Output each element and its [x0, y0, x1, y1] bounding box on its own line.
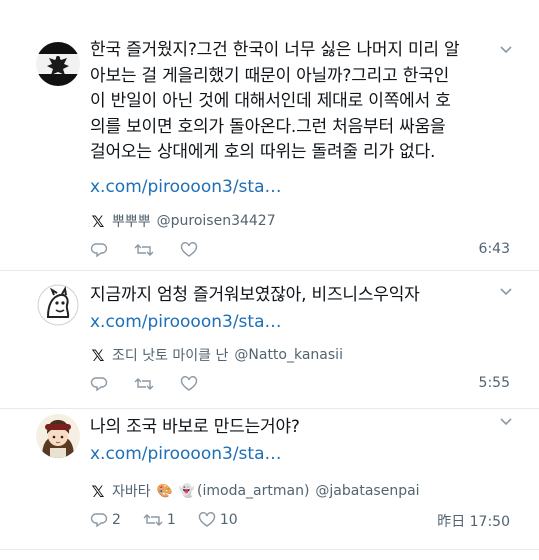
quoted-author[interactable]: 𝕏 조디 낫토 마이클 난 @Natto_kanasii [90, 345, 343, 365]
reply-icon [90, 243, 108, 258]
heart-icon [180, 242, 198, 257]
reply-count: 2 [112, 512, 121, 528]
reply-button[interactable] [90, 375, 112, 393]
like-button[interactable]: 10 [198, 511, 238, 529]
post[interactable]: 나의 조국 바보로 만드는거야? x.com/piroooon3/sta… 𝕏 … [0, 409, 539, 549]
post-text: 한국 즐거웠지?그건 한국이 너무 싫은 나머지 미리 알 아보는 걸 게을리했… [90, 38, 510, 166]
palette-emoji-icon: 🎨 [156, 483, 173, 499]
x-logo-icon: 𝕏 [91, 481, 105, 501]
quoted-author[interactable]: 𝕏 뿌뿌뿌 @puroisen34427 [90, 211, 276, 231]
retweet-button[interactable] [134, 375, 158, 393]
quoted-author-handle: @Natto_kanasii [234, 347, 343, 363]
x-logo-icon: 𝕏 [91, 211, 105, 231]
timestamp[interactable]: 6:43 [479, 241, 510, 257]
retweet-button[interactable] [134, 241, 158, 259]
post-text-line: 의를 보이면 호의가 돌아온다.그런 처음부터 싸움을 [90, 116, 446, 137]
post-actions: 2 1 10 昨日 17:50 [90, 509, 510, 531]
quoted-author-name: 뿌뿌뿌 [112, 214, 151, 230]
ghost-emoji-icon: 👻 [178, 483, 196, 499]
quoted-author-name-suffix: (imoda_artman) [197, 483, 310, 499]
post-text-line: 나의 조국 바보로 만드는거야? [90, 417, 300, 437]
post-actions: 5:55 [90, 373, 510, 395]
retweet-icon [143, 514, 163, 526]
post-actions: 6:43 [90, 239, 510, 261]
post-divider [0, 549, 539, 550]
post-link[interactable]: x.com/piroooon3/sta… [90, 177, 282, 197]
timestamp[interactable]: 5:55 [479, 375, 510, 391]
post-text-line: 이 반일이 아닌 것에 대해서인데 제대로 이쪽에서 호 [90, 91, 451, 111]
post[interactable]: 지금까지 엄청 즐거워보였잖아, 비즈니스우익자 x.com/piroooon3… [0, 271, 539, 408]
retweet-icon [134, 378, 154, 390]
reply-button[interactable]: 2 [90, 511, 121, 529]
heart-icon [198, 512, 216, 527]
retweet-count: 1 [166, 512, 176, 528]
quoted-author-name: 자바타 [112, 484, 151, 500]
heart-icon [180, 376, 198, 391]
post-link[interactable]: x.com/piroooon3/sta… [90, 312, 282, 332]
timestamp[interactable]: 昨日 17:50 [437, 511, 510, 531]
quoted-author-handle: @jabatasenpai [315, 483, 420, 499]
post-text-line: 아보는 걸 게을리했기 때문이 아닐까?그리고 한국인 [90, 65, 450, 86]
timeline: 한국 즐거웠지?그건 한국이 너무 싫은 나머지 미리 알 아보는 걸 게을리했… [0, 0, 539, 560]
anime-girl-avatar-icon[interactable] [36, 414, 80, 458]
quoted-author-name: 조디 낫토 마이클 난 [112, 348, 229, 364]
sketch-animal-avatar-icon[interactable] [36, 283, 80, 327]
retweet-icon [134, 244, 154, 256]
link-row: x.com/piroooon3/sta… [90, 174, 282, 200]
post[interactable]: 한국 즐거웠지?그건 한국이 너무 싫은 나머지 미리 알 아보는 걸 게을리했… [0, 0, 539, 270]
post-text: 나의 조국 바보로 만드는거야? [90, 415, 510, 441]
x-logo-icon: 𝕏 [91, 345, 105, 365]
quoted-author-handle: @puroisen34427 [156, 213, 276, 229]
post-text-line: 한국 즐거웠지?그건 한국이 너무 싫은 나머지 미리 알 [90, 40, 460, 60]
reply-icon [90, 513, 108, 528]
reply-icon [90, 377, 108, 392]
reply-button[interactable] [90, 241, 112, 259]
like-count: 10 [219, 512, 238, 528]
post-text-line: 걸어오는 상대에게 호의 따위는 돌려줄 리가 없다. [90, 142, 436, 162]
post-link[interactable]: x.com/piroooon3/sta… [90, 444, 282, 464]
link-row: x.com/piroooon3/sta… [90, 309, 282, 335]
post-text-line: 지금까지 엄청 즐거워보였잖아, 비즈니스우익자 [90, 285, 420, 305]
prussian-eagle-avatar-icon[interactable] [36, 42, 80, 86]
retweet-button[interactable]: 1 [143, 511, 176, 529]
like-button[interactable] [180, 375, 202, 393]
post-text: 지금까지 엄청 즐거워보였잖아, 비즈니스우익자 [90, 283, 510, 309]
link-row: x.com/piroooon3/sta… [90, 441, 282, 467]
quoted-author[interactable]: 𝕏 자바타 🎨 👻 (imoda_artman) @jabatasenpai [90, 481, 420, 501]
like-button[interactable] [180, 241, 202, 259]
